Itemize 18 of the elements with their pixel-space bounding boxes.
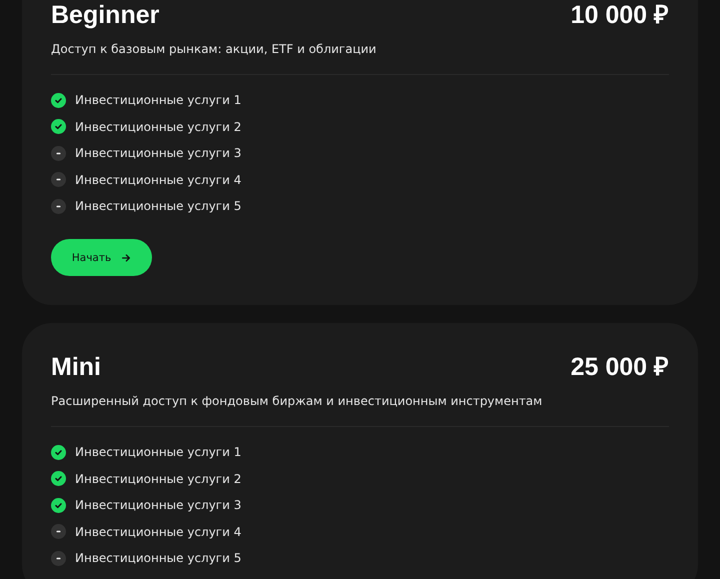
start-button[interactable]: Начать bbox=[51, 239, 152, 276]
feature-label: Инвестиционные услуги 1 bbox=[75, 445, 242, 459]
feature-label: Инвестиционные услуги 3 bbox=[75, 146, 242, 160]
feature-label: Инвестиционные услуги 4 bbox=[75, 524, 242, 538]
feature-label: Инвестиционные услуги 5 bbox=[75, 551, 242, 565]
plan-name: Mini bbox=[51, 352, 101, 382]
feature-label: Инвестиционные услуги 2 bbox=[75, 120, 242, 134]
feature-label: Инвестиционные услуги 3 bbox=[75, 498, 242, 512]
arrow-icon bbox=[121, 252, 132, 262]
feature-label: Инвестиционные услуги 4 bbox=[75, 172, 242, 186]
plan-price: 25 000 ₽ bbox=[570, 352, 669, 382]
plan-price: 10 000 ₽ bbox=[570, 0, 669, 30]
feature-label: Инвестиционные услуги 2 bbox=[75, 472, 242, 486]
feature-label: Инвестиционные услуги 5 bbox=[75, 199, 242, 213]
feature-label: Инвестиционные услуги 1 bbox=[75, 93, 242, 107]
plan-description: Доступ к базовым рынкам: акции, ETF и облигации bbox=[51, 42, 378, 56]
plan-description: Расширенный доступ к фондовым биржам и инвестиционным инструментам bbox=[51, 394, 544, 408]
plan-name: Beginner bbox=[51, 0, 160, 30]
